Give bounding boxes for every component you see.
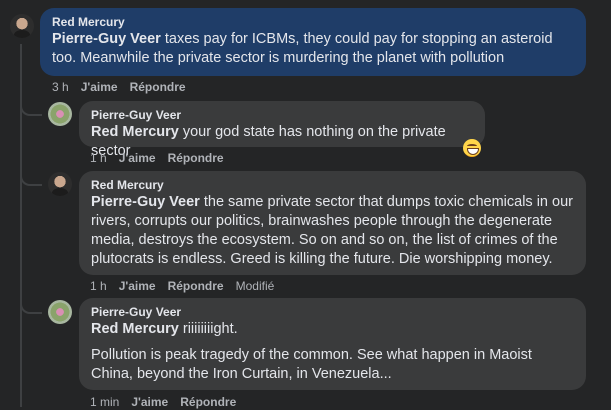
thread-line <box>20 44 22 407</box>
comment-text: Red Mercury riiiiiiiight. Pollution is p… <box>91 320 576 384</box>
comment-body-paragraph: Pollution is peak tragedy of the common.… <box>91 347 532 382</box>
comment-bubble-2: Pierre-Guy Veer Red Mercury your god sta… <box>79 101 485 159</box>
comment-text: Pierre-Guy Veer taxes pay for ICBMs, the… <box>52 30 576 68</box>
comment-author[interactable]: Pierre-Guy Veer <box>91 304 576 320</box>
avatar[interactable] <box>48 102 72 126</box>
avatar[interactable] <box>10 14 34 38</box>
comment-time[interactable]: 1 h <box>90 151 107 165</box>
avatar[interactable] <box>48 300 72 324</box>
comment-bubble-4: Pierre-Guy Veer Red Mercury riiiiiiiight… <box>79 298 586 390</box>
comment-author[interactable]: Red Mercury <box>52 14 576 30</box>
comment-actions-2: 1 h J'aime Répondre <box>90 150 236 166</box>
like-button[interactable]: J'aime <box>81 80 118 94</box>
comment-time[interactable]: 1 h <box>90 279 107 293</box>
like-button[interactable]: J'aime <box>119 151 156 165</box>
thread-connector <box>20 172 42 186</box>
comment-actions-4: 1 min J'aime Répondre <box>90 394 248 410</box>
comment-body: riiiiiiiight. <box>178 321 238 337</box>
mention-link[interactable]: Pierre-Guy Veer <box>52 31 161 47</box>
thread-connector <box>20 102 42 116</box>
edited-label[interactable]: Modifié <box>236 279 275 293</box>
grinning-emoji-icon[interactable] <box>463 139 481 157</box>
mention-link[interactable]: Pierre-Guy Veer <box>91 194 200 210</box>
reply-button[interactable]: Répondre <box>168 279 224 293</box>
avatar[interactable] <box>48 172 72 196</box>
mention-link[interactable]: Red Mercury <box>91 124 179 140</box>
comment-actions-3: 1 h J'aime Répondre Modifié <box>90 278 286 294</box>
comment-author[interactable]: Red Mercury <box>91 177 576 193</box>
reply-button[interactable]: Répondre <box>130 80 186 94</box>
comment-text: Pierre-Guy Veer the same private sector … <box>91 193 576 269</box>
comment-bubble-3: Red Mercury Pierre-Guy Veer the same pri… <box>79 171 586 275</box>
comment-time[interactable]: 3 h <box>52 80 69 94</box>
comment-bubble-1: Red Mercury Pierre-Guy Veer taxes pay fo… <box>40 8 586 76</box>
mention-link[interactable]: Red Mercury <box>91 321 179 337</box>
comment-actions-1: 3 h J'aime Répondre <box>52 79 198 95</box>
like-button[interactable]: J'aime <box>119 279 156 293</box>
comment-author[interactable]: Pierre-Guy Veer <box>91 107 475 123</box>
reply-button[interactable]: Répondre <box>168 151 224 165</box>
thread-connector <box>20 300 42 314</box>
